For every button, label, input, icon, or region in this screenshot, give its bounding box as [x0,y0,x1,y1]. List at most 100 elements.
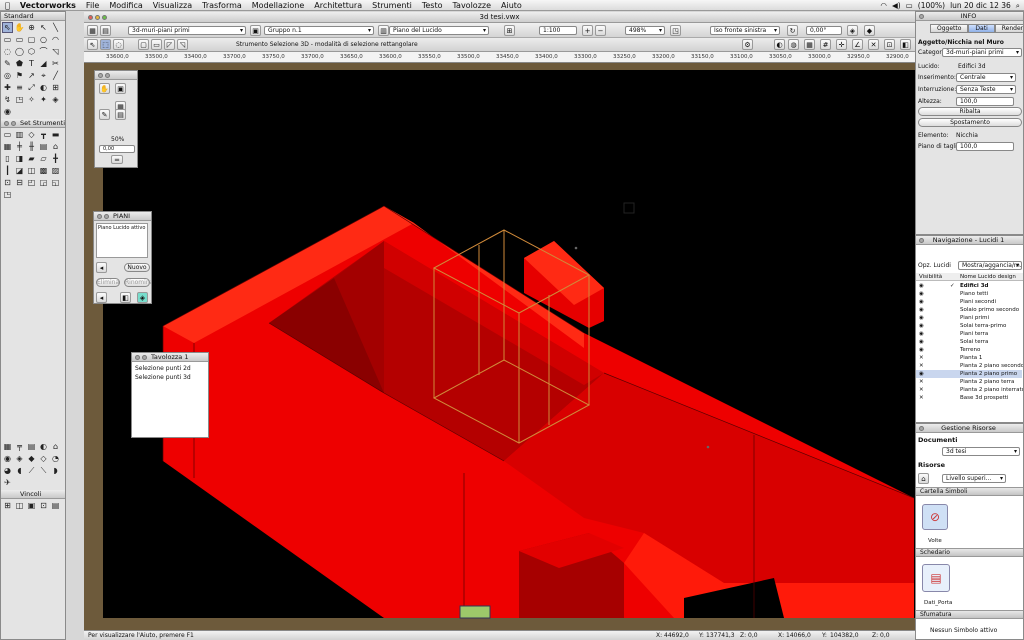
tool-icon[interactable]: ▭ [14,34,25,45]
tool-icon[interactable]: T [26,58,37,69]
group-icon[interactable]: ▣ [250,25,261,36]
tool-icon[interactable]: ▨ [50,165,61,176]
clock[interactable]: lun 20 dic 12 36 [950,1,1011,10]
tool-icon[interactable]: ◨ [14,153,25,164]
close-icon[interactable] [97,213,102,219]
battery-icon[interactable]: ▭ [906,1,913,10]
flyover-icon[interactable]: ◍ [788,39,799,50]
pen-style-icon[interactable]: ▤ [115,109,126,120]
hidden-icon[interactable]: ✕ [919,378,924,386]
elimina-button[interactable]: Elimina [96,278,120,287]
tool-icon[interactable]: ◇ [38,453,49,464]
tool-icon[interactable]: ↯ [2,94,13,105]
layer-row[interactable]: ✓ ◉ Edifici 3d [916,282,1022,290]
eye-icon[interactable]: ◉ [919,314,924,322]
close-icon[interactable] [919,425,924,431]
projection-icon[interactable]: ◈ [847,25,858,36]
tool-icon[interactable]: ≡ [14,82,25,93]
tool-icon[interactable]: ╤ [14,441,25,452]
minimize-icon[interactable] [11,120,16,126]
eye-icon[interactable]: ◉ [919,290,924,298]
eye-icon[interactable]: ◉ [919,330,924,338]
col-name[interactable]: Nome Lucido design [960,274,1016,280]
tool-icon[interactable]: ▩ [38,165,49,176]
tool-icon[interactable]: ⬡ [26,46,37,57]
scale-field[interactable]: 1:100 [539,26,577,35]
altezza-field[interactable]: 100,0 [956,97,1014,106]
layer-row[interactable]: ◉ Solaio primo secondo [916,306,1022,314]
sfumatura-header[interactable]: Sfumatura [916,610,1023,619]
menu-testo[interactable]: Testo [417,1,448,10]
dati-porta-icon[interactable]: ▤ [922,564,950,592]
layer-view-icon[interactable]: ◈ [137,292,148,303]
prev-icon[interactable]: ◂ [96,262,107,273]
snap-object-icon[interactable]: ✛ [836,39,847,50]
fill-icon[interactable]: ▣ [115,83,126,94]
close-icon[interactable] [919,237,924,243]
snap-distance-icon[interactable]: ⊡ [884,39,895,50]
tool-icon[interactable]: ⌖ [38,70,49,81]
tool-icon[interactable]: ⌂ [50,441,61,452]
rect-selection-icon[interactable]: ⬚ [100,39,111,50]
layer-row[interactable]: ✕ Pianta 1 [916,354,1022,362]
tool-icon[interactable]: ▥ [14,129,25,140]
tool-icon[interactable]: ⊟ [14,177,25,188]
hand-icon[interactable]: ✋ [99,83,110,94]
drawing-canvas[interactable] [84,63,915,630]
rinomina-button[interactable]: Rinomina [124,278,151,287]
nuovo-button[interactable]: Nuovo [124,263,150,272]
tool-icon[interactable]: ◆ [26,453,37,464]
tool-icon[interactable]: ╪ [14,141,25,152]
tool-icon[interactable]: ✦ [38,94,49,105]
layer-row[interactable]: ◉ Piano tetti [916,290,1022,298]
tool-icon[interactable]: ◹ [50,46,61,57]
tool-icon[interactable]: ○ [38,34,49,45]
tool-icon[interactable]: ╋ [50,153,61,164]
risorse-popup[interactable]: Livello superi... [942,474,1006,483]
tool-icon[interactable]: ◪ [14,165,25,176]
tool-icon[interactable]: ▢ [26,34,37,45]
tool-icon[interactable]: ◖ [14,465,25,476]
tab-rendering[interactable]: Rendering [994,24,1023,33]
tool-icon[interactable]: ▤ [26,441,37,452]
class-popup[interactable]: 3d-muri-piani primi [128,26,246,35]
lasso-icon[interactable]: ◌ [113,39,124,50]
view-icon[interactable]: ◳ [670,25,681,36]
layer-row[interactable]: ◉ Pianta 2 piano primo [916,370,1022,378]
tool-icon[interactable]: ✈ [2,477,13,488]
layer-row[interactable]: ◉ Piani secondi [916,298,1022,306]
volume-icon[interactable]: ◀) [892,1,901,10]
layer-row[interactable]: ◉ Terreno [916,346,1022,354]
tool-icon[interactable]: ▣ [26,500,37,511]
spostamento-button[interactable]: Spostamento [918,118,1022,127]
menu-trasforma[interactable]: Trasforma [197,1,247,10]
zoom-in-icon[interactable]: + [582,25,593,36]
tool-icon[interactable]: ◰ [26,177,37,188]
angle-field[interactable]: 0,00° [806,26,842,35]
layer-icon[interactable]: ▥ [378,25,389,36]
hidden-icon[interactable]: ✕ [919,394,924,402]
tool-icon[interactable]: ◳ [14,94,25,105]
tab-oggetto[interactable]: Oggetto [930,24,969,33]
layer-popup[interactable]: Piano del Lucido [389,26,489,35]
hidden-icon[interactable]: ✕ [919,354,924,362]
home-icon[interactable]: ⌂ [918,473,929,484]
model-view[interactable] [84,63,915,630]
minimize-icon[interactable] [105,72,110,78]
tool-icon[interactable]: ↖ [38,22,49,33]
tool-icon[interactable]: ⚑ [14,70,25,81]
interruzione-popup[interactable]: Senza Teste [956,85,1016,94]
col-visibility[interactable]: Visibilità [919,274,942,280]
tool-icon[interactable]: ┳ [38,129,49,140]
layer-row[interactable]: ✕ Pianta 2 piano interrato [916,386,1023,394]
snap-grid-icon[interactable]: # [820,39,831,50]
snap-intersect-icon[interactable]: ✕ [868,39,879,50]
documenti-popup[interactable]: 3d tesi [942,447,1020,456]
scale-icon[interactable]: ⊞ [504,25,515,36]
mode-c-icon[interactable]: ◸ [164,39,175,50]
ribalta-button[interactable]: Ribalta [918,107,1022,116]
tool-icon[interactable]: ⟋ [26,465,37,476]
minimize-icon[interactable] [142,354,147,360]
tool-icon[interactable]: ▤ [50,500,61,511]
menu-architettura[interactable]: Architettura [309,1,367,10]
